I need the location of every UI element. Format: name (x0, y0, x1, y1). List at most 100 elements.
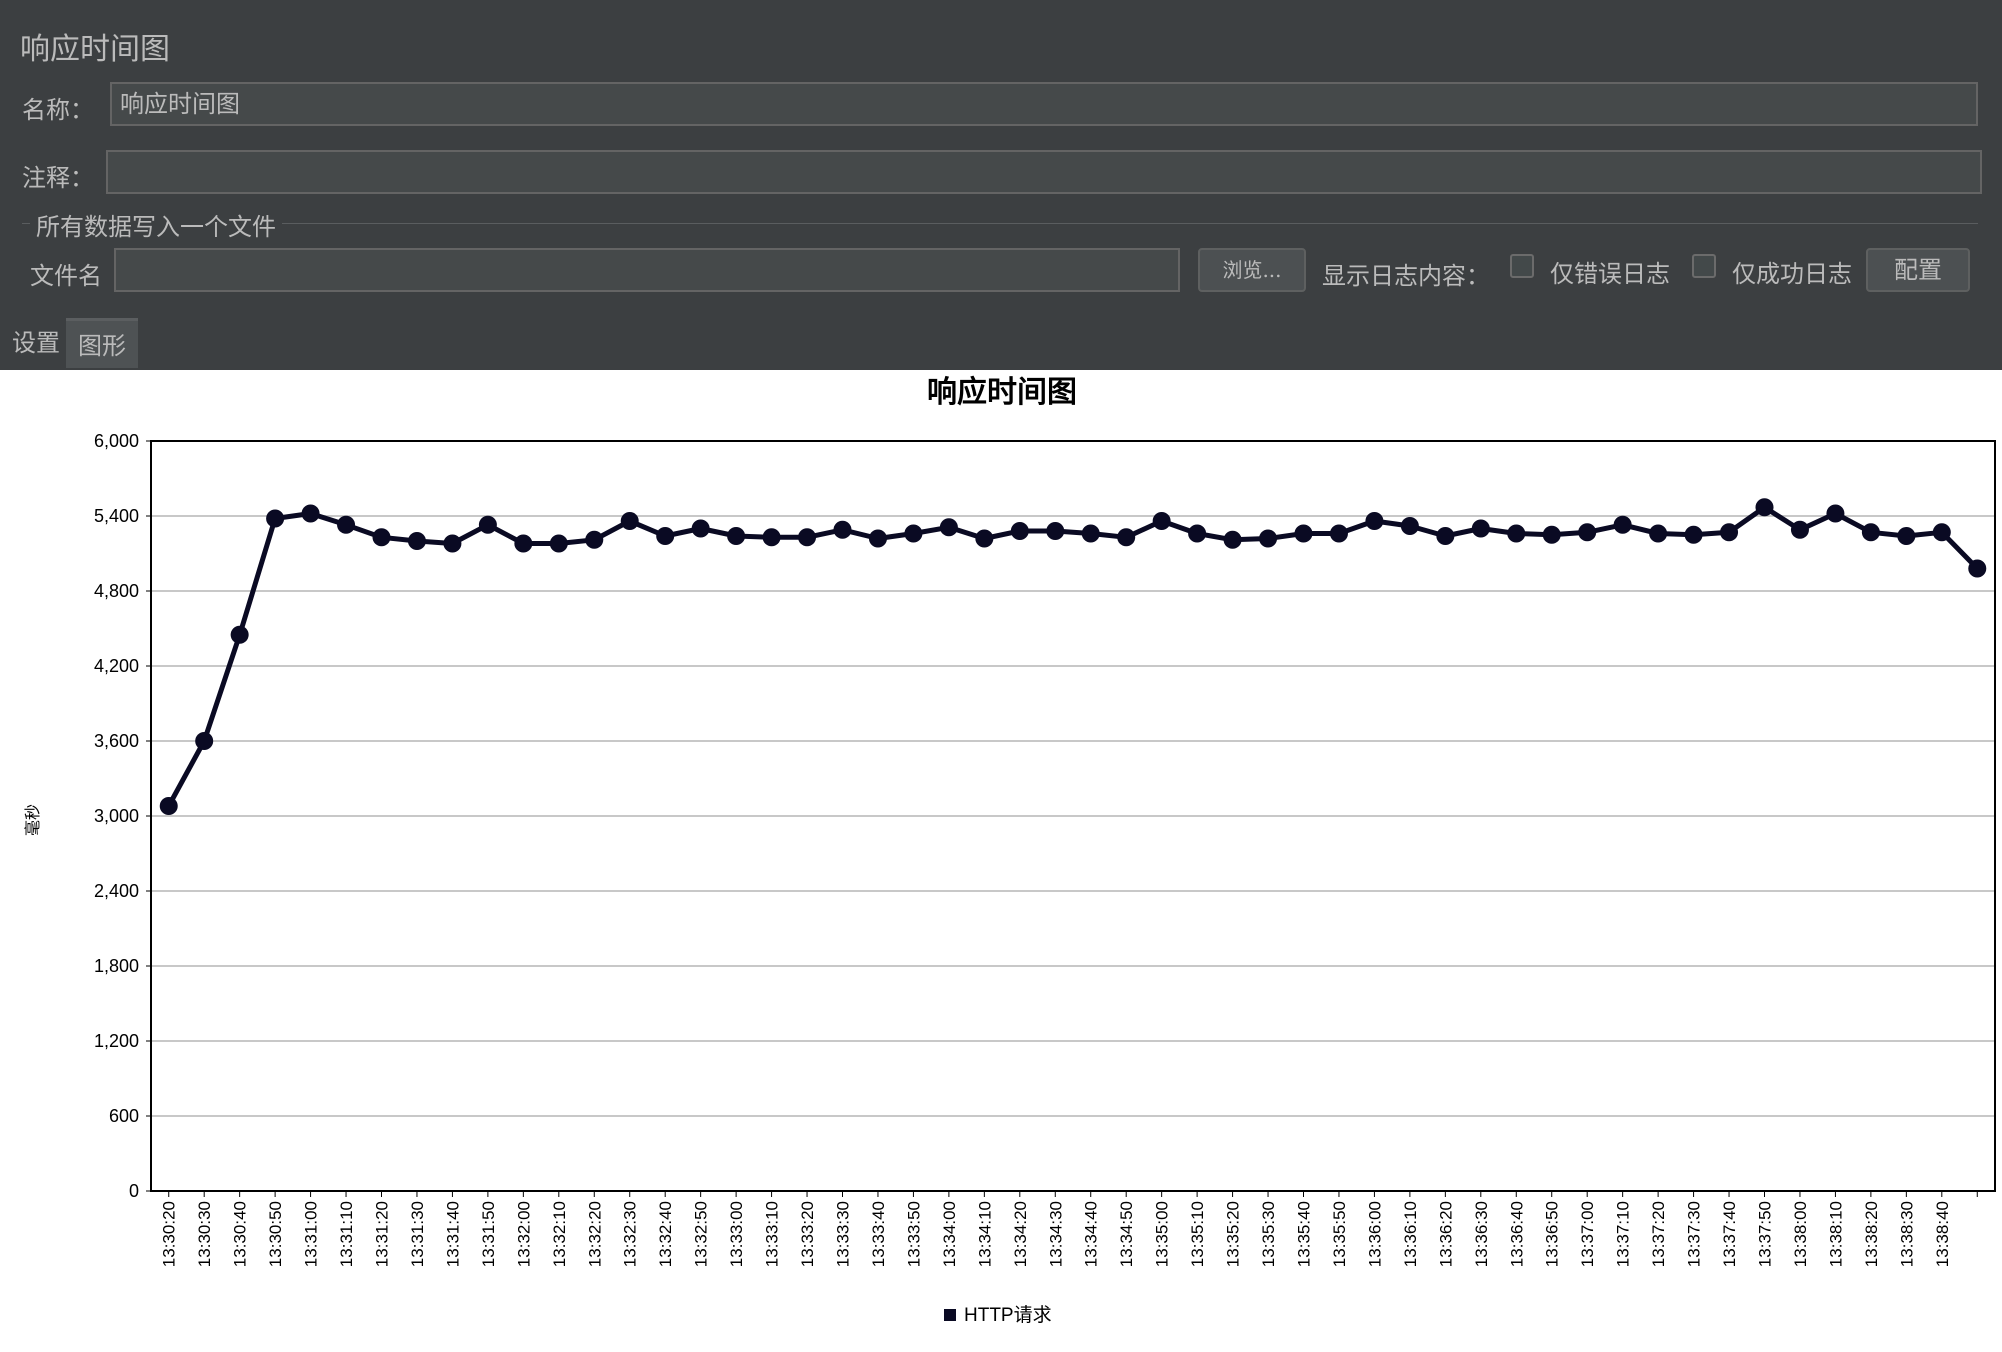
x-tick-label: 13:36:50 (1543, 1201, 1562, 1267)
y-tick-label: 6,000 (94, 431, 139, 451)
success-only-checkbox[interactable] (1692, 254, 1716, 278)
data-point (1188, 524, 1207, 543)
y-tick-label: 1,800 (94, 956, 139, 976)
x-tick-label: 13:36:40 (1507, 1201, 1526, 1267)
data-point (1152, 512, 1171, 530)
chart-gridlines (150, 440, 1996, 1192)
x-tick-label: 13:37:50 (1756, 1201, 1775, 1267)
data-point (1755, 498, 1774, 517)
data-point (939, 518, 958, 537)
data-point (1365, 512, 1384, 530)
data-point (478, 515, 497, 534)
data-point (868, 529, 887, 548)
name-input[interactable]: 响应时间图 (110, 82, 1978, 126)
data-point (337, 515, 356, 534)
errors-only-checkbox[interactable] (1510, 254, 1534, 278)
errors-only-label: 仅错误日志 (1550, 260, 1670, 288)
series-line (166, 504, 1980, 808)
x-tick-label: 13:37:20 (1649, 1201, 1668, 1267)
x-tick-label: 13:33:20 (798, 1201, 817, 1267)
data-point (1294, 524, 1313, 543)
data-point (195, 732, 214, 750)
x-tick-label: 13:35:20 (1224, 1201, 1243, 1267)
x-tick-label: 13:35:10 (1188, 1201, 1207, 1267)
y-tick-label: 5,400 (94, 506, 139, 526)
data-point (1223, 530, 1242, 549)
x-tick-label: 13:34:30 (1046, 1201, 1065, 1267)
x-tick-label: 13:32:40 (656, 1201, 675, 1267)
response-time-chart: 响应时间图 0 600 1,200 1,800 2,400 3,000 3,600 4,200… (23, 375, 1996, 1326)
data-point (762, 528, 781, 547)
x-tick-label: 13:32:30 (621, 1201, 640, 1267)
data-point (1613, 515, 1632, 534)
x-tick-label: 13:33:00 (727, 1201, 746, 1267)
y-tick-label: 0 (129, 1181, 139, 1201)
series-http-requests (159, 498, 1987, 815)
x-tick-label: 13:35:40 (1295, 1201, 1314, 1267)
x-tick-label: 13:37:10 (1614, 1201, 1633, 1267)
data-point (1046, 522, 1065, 540)
data-point (230, 625, 249, 644)
data-point (372, 528, 391, 547)
chart-legend: HTTP请求 (944, 1304, 1052, 1326)
x-tick-label: 13:33:40 (869, 1201, 888, 1267)
x-tick-label: 13:36:20 (1436, 1201, 1455, 1267)
data-point (1542, 525, 1561, 544)
y-tick-label: 4,800 (94, 581, 139, 601)
y-tick-label: 1,200 (94, 1031, 139, 1051)
y-tick-label: 4,200 (94, 656, 139, 676)
response-time-chart-area: 响应时间图 0 600 1,200 1,800 2,400 3,000 3,600 4,200… (0, 370, 2002, 1348)
name-label: 名称： (22, 96, 94, 124)
x-tick-label: 13:34:20 (1011, 1201, 1030, 1267)
x-tick-label: 13:36:30 (1472, 1201, 1491, 1267)
x-tick-label: 13:35:00 (1153, 1201, 1172, 1267)
data-point (1790, 520, 1809, 539)
data-point (1507, 524, 1526, 543)
x-tick-label: 13:33:30 (834, 1201, 853, 1267)
chart-title: 响应时间图 (927, 375, 1077, 409)
x-tick-label: 13:38:40 (1933, 1201, 1952, 1267)
y-tick-label: 600 (109, 1106, 139, 1126)
data-point (514, 534, 533, 553)
x-tick-label: 13:30:30 (195, 1201, 214, 1267)
comment-input[interactable] (106, 150, 1982, 194)
configure-button[interactable]: 配置 (1866, 248, 1970, 292)
data-point (1649, 524, 1668, 543)
tab-graph[interactable]: 图形 (66, 318, 138, 368)
x-tick-label: 13:30:40 (231, 1201, 250, 1267)
x-tick-label: 13:31:40 (443, 1201, 462, 1267)
data-point (1436, 527, 1455, 545)
x-tick-label: 13:32:20 (585, 1201, 604, 1267)
data-point (656, 527, 675, 545)
data-point (975, 529, 994, 548)
data-point (727, 527, 746, 545)
success-only-label: 仅成功日志 (1732, 260, 1852, 288)
data-point (585, 530, 604, 549)
data-point (1720, 523, 1739, 542)
y-tick-label: 3,000 (94, 806, 139, 826)
data-point (1329, 524, 1348, 543)
x-tick-label: 13:31:50 (479, 1201, 498, 1267)
x-tick-label: 13:32:10 (550, 1201, 569, 1267)
file-label: 文件名 (30, 262, 102, 290)
data-point (1010, 522, 1029, 540)
x-tick-label: 13:35:30 (1259, 1201, 1278, 1267)
data-point (1578, 523, 1597, 542)
y-tick-label: 3,600 (94, 731, 139, 751)
data-point (798, 528, 817, 547)
data-point (833, 520, 852, 539)
data-point (1968, 559, 1987, 578)
data-point (301, 504, 320, 523)
data-point (1471, 519, 1490, 538)
legend-label: HTTP请求 (964, 1304, 1052, 1326)
data-point (620, 512, 639, 530)
x-tick-label: 13:38:30 (1897, 1201, 1916, 1267)
tab-settings[interactable]: 设置 (0, 318, 72, 368)
filename-input[interactable] (114, 248, 1180, 292)
data-point (1259, 529, 1278, 548)
data-point (1684, 525, 1703, 544)
log-content-label: 显示日志内容： (1322, 262, 1490, 290)
x-tick-label: 13:32:50 (692, 1201, 711, 1267)
browse-button[interactable]: 浏览... (1198, 248, 1306, 292)
data-point (1081, 524, 1100, 543)
